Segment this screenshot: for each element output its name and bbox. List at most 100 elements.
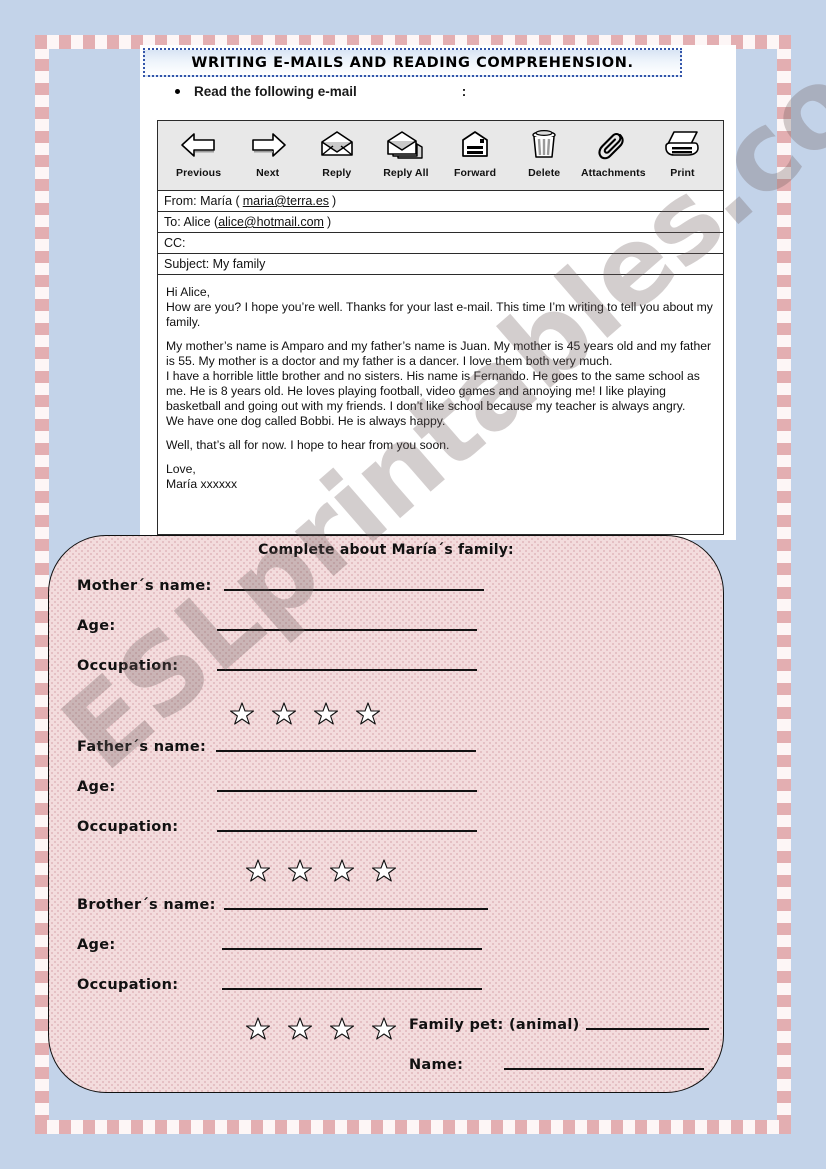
answer-line-pet-name[interactable]	[504, 1067, 704, 1070]
toolbar-button-reply-all[interactable]: Reply All	[371, 125, 440, 179]
star-icon	[245, 1017, 271, 1040]
page-title-box: WRITING E-MAILS AND READING COMPREHENSIO…	[143, 48, 682, 77]
toolbar-button-delete[interactable]: Delete	[510, 125, 579, 179]
label-brother-name: Brother´s name:	[77, 897, 216, 913]
worksheet-row-brother-name: Brother´s name:	[77, 897, 537, 913]
toolbar-button-reply[interactable]: Reply	[302, 125, 371, 179]
toolbar-button-print[interactable]: Print	[648, 125, 717, 179]
toolbar-button-next[interactable]: Next	[233, 125, 302, 179]
worksheet-row-mother-occupation: Occupation:	[77, 658, 497, 674]
instruction-text: Read the following e-mail	[194, 84, 357, 99]
to-address[interactable]: alice@hotmail.com	[218, 215, 324, 229]
worksheet-panel: Complete about María´s family: Mother´s …	[48, 535, 724, 1093]
answer-line-brother-age[interactable]	[222, 947, 482, 950]
to-close-paren: )	[326, 215, 332, 229]
email-body: Hi Alice, How are you? I hope you’re wel…	[158, 275, 723, 498]
trash-can-icon	[526, 125, 562, 165]
worksheet-row-mother-name: Mother´s name:	[77, 578, 497, 594]
email-field-subject: Subject: My family	[158, 254, 723, 275]
worksheet-row-brother-age: Age:	[77, 937, 537, 953]
label-mother-name: Mother´s name:	[77, 578, 212, 594]
page-title: WRITING E-MAILS AND READING COMPREHENSIO…	[191, 54, 634, 71]
answer-line-father-name[interactable]	[216, 749, 477, 752]
toolbar-label-forward: Forward	[454, 167, 497, 179]
label-father-name: Father´s name:	[77, 739, 207, 755]
worksheet-heading: Complete about María´s family:	[258, 542, 514, 558]
star-icon	[355, 702, 381, 725]
answer-line-mother-occupation[interactable]	[217, 668, 477, 671]
star-row-3	[245, 1016, 397, 1042]
from-address[interactable]: maria@terra.es	[243, 194, 329, 208]
toolbar-label-reply-all: Reply All	[383, 167, 429, 179]
toolbar-button-forward[interactable]: Forward	[441, 125, 510, 179]
body-greeting: Hi Alice,	[166, 285, 211, 299]
instruction-colon: :	[461, 84, 467, 99]
answer-line-brother-occupation[interactable]	[222, 987, 482, 990]
toolbar-label-reply: Reply	[322, 167, 352, 179]
star-icon	[371, 1017, 397, 1040]
star-icon	[371, 859, 397, 882]
answer-line-father-occupation[interactable]	[217, 829, 477, 832]
star-icon	[329, 859, 355, 882]
from-close-paren: )	[332, 194, 337, 208]
email-toolbar: Previous Next Reply Reply All Forward De…	[158, 121, 723, 191]
answer-line-father-age[interactable]	[217, 789, 477, 792]
label-brother-age: Age:	[77, 937, 116, 953]
toolbar-label-delete: Delete	[528, 167, 561, 179]
toolbar-label-previous: Previous	[175, 167, 222, 179]
answer-line-brother-name[interactable]	[223, 907, 488, 910]
email-field-from: From: María ( maria@terra.es )	[158, 191, 723, 212]
label-mother-age: Age:	[77, 618, 116, 634]
instruction-row: Read the following e-mail :	[175, 84, 655, 99]
star-row-2	[245, 858, 397, 884]
email-field-to: To: Alice ( alice@hotmail.com )	[158, 212, 723, 233]
body-paragraph-3: I have a horrible little brother and no …	[166, 369, 700, 413]
answer-line-mother-age[interactable]	[217, 628, 477, 631]
envelope-open-icon	[317, 125, 357, 165]
subject-label: Subject: My family	[164, 257, 266, 271]
worksheet-row-father-name: Father´s name:	[77, 739, 517, 755]
toolbar-label-attachments: Attachments	[580, 167, 646, 179]
bullet-point-icon	[175, 89, 180, 94]
star-icon	[287, 859, 313, 882]
worksheet-row-father-age: Age:	[77, 779, 517, 795]
toolbar-button-previous[interactable]: Previous	[164, 125, 233, 179]
star-icon	[245, 859, 271, 882]
star-icon	[229, 702, 255, 725]
arrow-right-icon	[248, 125, 288, 165]
label-pet-name: Name:	[409, 1057, 464, 1073]
worksheet-row-brother-occupation: Occupation:	[77, 977, 537, 993]
envelope-forward-icon	[455, 125, 495, 165]
star-icon	[271, 702, 297, 725]
worksheet-row-father-occupation: Occupation:	[77, 819, 517, 835]
star-icon	[313, 702, 339, 725]
label-family-pet: Family pet: (animal)	[409, 1017, 580, 1033]
printer-icon	[662, 125, 702, 165]
label-mother-occupation: Occupation:	[77, 658, 179, 674]
toolbar-label-print: Print	[670, 167, 695, 179]
cc-label: CC:	[164, 236, 186, 250]
from-label: From: María (	[164, 194, 240, 208]
arrow-left-icon	[179, 125, 219, 165]
body-paragraph-2: My mother’s name is Amparo and my father…	[166, 339, 712, 368]
label-father-age: Age:	[77, 779, 116, 795]
paperclip-icon	[596, 125, 630, 165]
star-row-1	[229, 701, 381, 727]
star-icon	[287, 1017, 313, 1040]
worksheet-row-mother-age: Age:	[77, 618, 497, 634]
body-paragraph-5: Well, that’s all for now. I hope to hear…	[166, 438, 450, 452]
to-label: To: Alice (	[164, 215, 219, 229]
worksheet-row-family-pet: Family pet: (animal)	[409, 1017, 709, 1033]
body-signoff: Love,	[166, 462, 196, 476]
toolbar-button-attachments[interactable]: Attachments	[579, 125, 648, 179]
star-icon	[329, 1017, 355, 1040]
body-paragraph-4: We have one dog called Bobbi. He is alwa…	[166, 414, 446, 428]
worksheet-row-pet-name: Name:	[409, 1057, 709, 1073]
answer-line-family-pet[interactable]	[585, 1027, 709, 1030]
body-signature: María xxxxxx	[166, 477, 238, 491]
label-brother-occupation: Occupation:	[77, 977, 179, 993]
email-field-cc: CC:	[158, 233, 723, 254]
email-client-window: Previous Next Reply Reply All Forward De…	[157, 120, 724, 535]
envelopes-stack-icon	[384, 125, 428, 165]
answer-line-mother-name[interactable]	[223, 588, 484, 591]
